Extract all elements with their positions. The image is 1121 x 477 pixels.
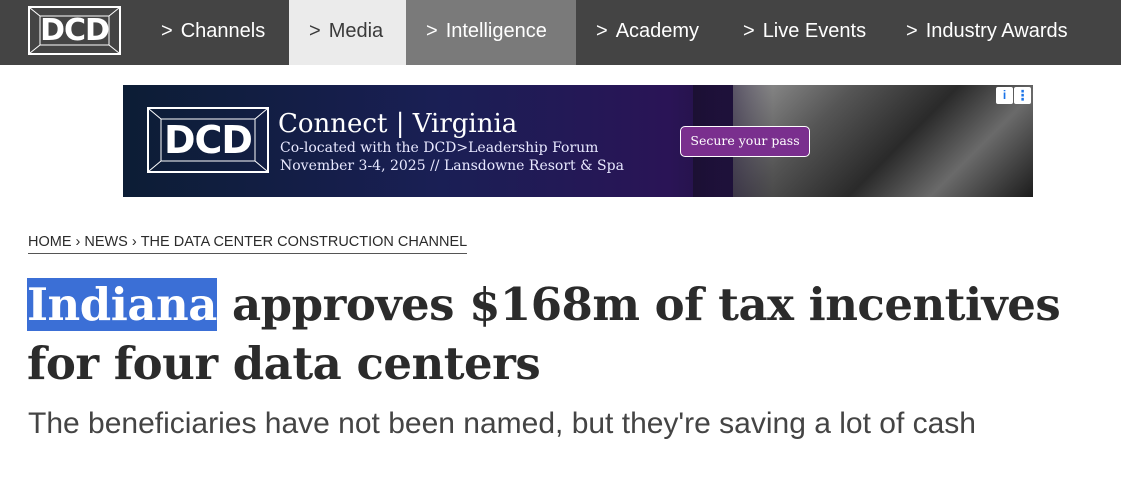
- ad-subtitle-line2: November 3-4, 2025 // Lansdowne Resort &…: [280, 158, 624, 174]
- nav-item-channels[interactable]: > Channels: [144, 0, 289, 65]
- nav-item-industry-awards[interactable]: > Industry Awards: [888, 0, 1121, 65]
- chevron-right-icon: >: [309, 20, 321, 42]
- ad-logo-text: DCD: [164, 118, 253, 162]
- article-headline: Indiana approves $168m of tax incentives…: [27, 275, 1097, 393]
- chevron-right-icon: >: [906, 20, 918, 42]
- chevron-right-icon: >: [161, 20, 173, 42]
- ad-info-icon[interactable]: i: [996, 87, 1013, 104]
- nav-item-intelligence[interactable]: > Intelligence: [406, 0, 576, 65]
- breadcrumb-home[interactable]: HOME: [28, 234, 72, 250]
- nav-item-label: Academy: [615, 20, 700, 42]
- ad-subtitle-line1: Co-located with the DCD>Leadership Forum: [280, 140, 599, 156]
- headline-selected-text: Indiana: [27, 278, 217, 331]
- chevron-right-icon: >: [743, 20, 755, 42]
- ad-banner[interactable]: DCD Connect | Virginia Co-located with t…: [123, 85, 1033, 197]
- dcd-logo[interactable]: DCD: [28, 6, 121, 55]
- top-nav: DCD > Channels > Media > Intelligence > Acad…: [0, 0, 1121, 65]
- ad-title: Connect | Virginia: [278, 109, 518, 139]
- article-subtitle: The beneficiaries have not been named, b…: [28, 407, 976, 440]
- chevron-right-icon: >: [426, 20, 438, 42]
- nav-item-label: Intelligence: [445, 20, 547, 42]
- breadcrumb-news[interactable]: NEWS: [84, 234, 128, 250]
- nav-item-live-events[interactable]: > Live Events: [723, 0, 888, 65]
- breadcrumb-separator-icon: ›: [131, 234, 137, 250]
- nav-item-media[interactable]: > Media: [289, 0, 406, 65]
- logo-text: DCD: [40, 13, 110, 48]
- nav-item-label: Live Events: [762, 20, 867, 42]
- nav-item-academy[interactable]: > Academy: [576, 0, 723, 65]
- breadcrumb-channel[interactable]: THE DATA CENTER CONSTRUCTION CHANNEL: [141, 234, 468, 250]
- nav-item-label: Industry Awards: [925, 20, 1068, 42]
- nav-item-label: Media: [328, 20, 384, 42]
- breadcrumb: HOME › NEWS › THE DATA CENTER CONSTRUCTION C…: [28, 234, 468, 254]
- secure-pass-button[interactable]: Secure your pass: [680, 126, 810, 157]
- chevron-right-icon: >: [596, 20, 608, 42]
- breadcrumb-separator-icon: ›: [75, 234, 81, 250]
- ad-more-icon[interactable]: ⋮: [1014, 87, 1031, 104]
- ad-dcd-logo: DCD: [147, 107, 269, 173]
- nav-item-label: Channels: [180, 20, 266, 42]
